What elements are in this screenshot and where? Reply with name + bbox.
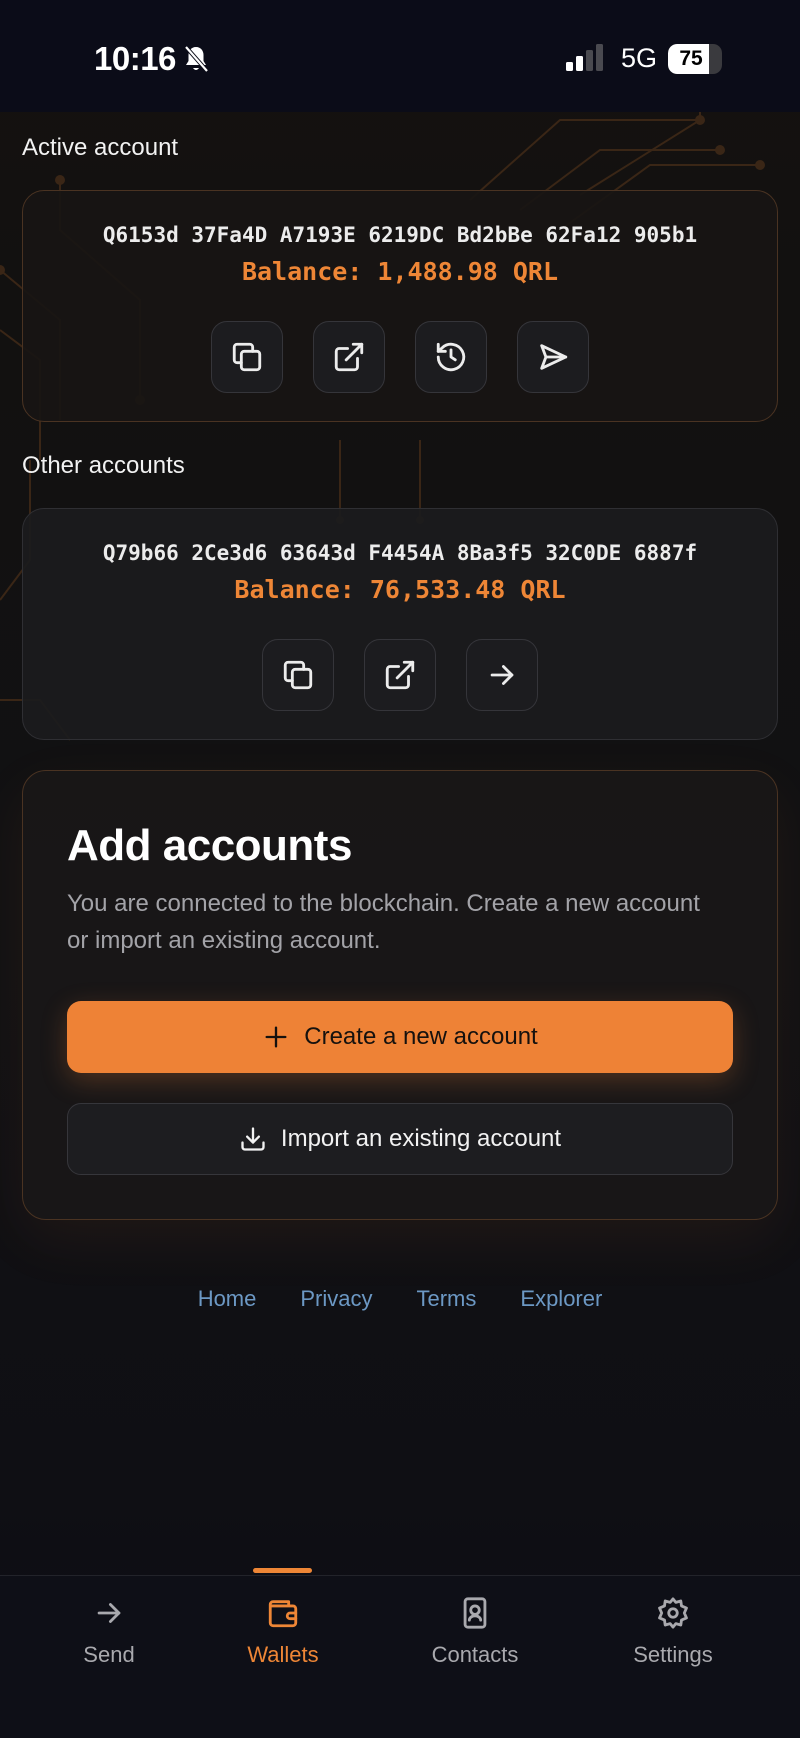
tab-label: Settings (633, 1642, 713, 1667)
footer-link-explorer[interactable]: Explorer (520, 1286, 602, 1312)
send-from-account-button[interactable] (517, 321, 589, 393)
tab-label: Contacts (431, 1642, 519, 1667)
transaction-history-button[interactable] (415, 321, 487, 393)
status-bar: 10:16 5G 75 (0, 0, 800, 112)
wallet-icon (268, 1600, 298, 1628)
create-account-label: Create a new account (304, 1023, 538, 1050)
tab-settings[interactable]: Settings (598, 1596, 748, 1668)
battery-percent: 75 (679, 47, 703, 70)
arrow-right-icon (97, 1603, 121, 1623)
other-account-card: Q79b66 2Ce3d6 63643d F4454A 8Ba3f5 32C0D… (22, 508, 778, 740)
copy-icon (232, 342, 262, 372)
active-account-label: Active account (22, 134, 179, 161)
status-time: 10:16 (94, 40, 176, 77)
tab-send[interactable]: Send (34, 1596, 184, 1668)
account-address: Q79b66 2Ce3d6 63643d F4454A 8Ba3f5 32C0D… (102, 541, 698, 565)
history-icon (436, 342, 466, 372)
import-account-label: Import an existing account (280, 1125, 562, 1152)
other-accounts-label: Other accounts (22, 452, 185, 479)
switch-account-button[interactable] (466, 639, 538, 711)
copy-address-button[interactable] (211, 321, 283, 393)
contact-book-icon (463, 1597, 487, 1629)
bell-slash-icon (184, 45, 209, 73)
import-account-button[interactable]: Import an existing account (67, 1103, 733, 1175)
plus-icon (265, 1026, 287, 1048)
tab-contacts[interactable]: Contacts (400, 1596, 550, 1668)
footer-link-terms[interactable]: Terms (417, 1286, 477, 1312)
tab-wallets[interactable]: Wallets (208, 1596, 358, 1668)
external-link-icon (334, 342, 364, 372)
active-tab-indicator (253, 1568, 312, 1573)
tab-label: Send (83, 1642, 135, 1667)
account-address: Q6153d 37Fa4D A7193E 6219DC Bd2bBe 62Fa1… (102, 223, 698, 247)
active-account-card: Q6153d 37Fa4D A7193E 6219DC Bd2bBe 62Fa1… (22, 190, 778, 422)
footer-links: Home Privacy Terms Explorer (0, 1286, 800, 1312)
add-accounts-title: Add accounts (67, 821, 352, 870)
create-account-button[interactable]: Create a new account (67, 1001, 733, 1073)
bottom-tab-bar: Send Wallets Contacts Settings (0, 1575, 800, 1738)
account-balance: Balance: 76,533.48 QRL (234, 575, 566, 604)
open-explorer-button[interactable] (313, 321, 385, 393)
footer-link-home[interactable]: Home (198, 1286, 257, 1312)
footer-link-privacy[interactable]: Privacy (300, 1286, 372, 1312)
external-link-icon (385, 660, 415, 690)
copy-address-button[interactable] (262, 639, 334, 711)
add-accounts-description: You are connected to the blockchain. Cre… (67, 890, 700, 954)
send-icon (540, 344, 568, 370)
gear-icon (658, 1597, 688, 1629)
add-accounts-card: Add accounts You are connected to the bl… (22, 770, 778, 1220)
wallets-screen: 10:16 5G 75 Active account Q6153d 37Fa4D… (0, 0, 800, 1738)
signal-strength-icon (566, 44, 603, 71)
download-icon (241, 1127, 265, 1151)
open-explorer-button[interactable] (364, 639, 436, 711)
account-balance: Balance: 1,488.98 QRL (241, 257, 559, 286)
battery-indicator: 75 (668, 44, 722, 74)
tab-label: Wallets (247, 1642, 319, 1667)
copy-icon (283, 660, 313, 690)
arrow-right-icon (490, 665, 514, 685)
network-type: 5G (621, 43, 658, 73)
